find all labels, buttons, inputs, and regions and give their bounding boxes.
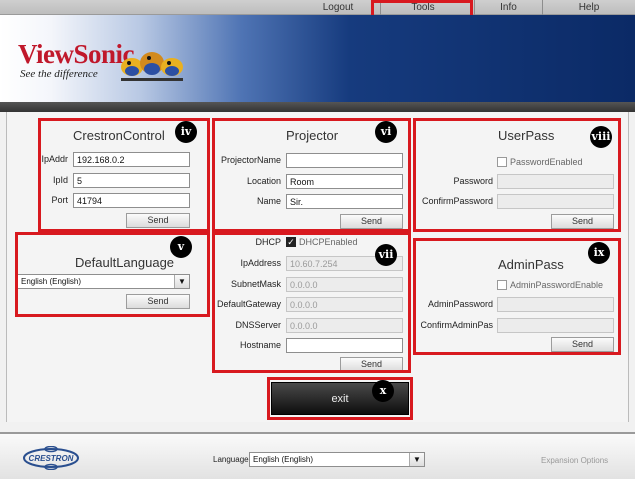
footer-language-select[interactable]: English (English) ▼	[249, 452, 425, 467]
callout-badge-x: x	[372, 380, 394, 402]
help-link[interactable]: Help	[542, 0, 635, 15]
brand-tagline: See the difference	[20, 68, 98, 80]
chevron-down-icon: ▼	[409, 453, 424, 466]
footer-language-label: Language	[213, 455, 249, 464]
birds-logo-icon	[121, 52, 183, 81]
callout-badge-v: v	[170, 236, 192, 258]
header-banner: ViewSonic See the difference	[0, 15, 635, 102]
crestron-logo-text: CRESTRON	[29, 454, 74, 463]
callout-badge-vi: vi	[375, 121, 397, 143]
info-link[interactable]: Info	[474, 0, 542, 15]
header-divider	[0, 102, 635, 112]
crestron-logo-icon: CRESTRON	[23, 446, 79, 470]
callout-badge-vii: vii	[375, 244, 397, 266]
callout-badge-ix: ix	[588, 242, 610, 264]
callout-badge-viii: viii	[590, 126, 612, 148]
logout-link[interactable]: Logout	[305, 0, 371, 15]
top-nav-bar: Logout Tools Info Help	[0, 0, 635, 15]
footer-language-value: English (English)	[253, 455, 314, 464]
expansion-options-link[interactable]: Expansion Options	[541, 456, 608, 465]
footer-bar: CRESTRON Language English (English) ▼ Ex…	[0, 432, 635, 479]
callout-badge-iv: iv	[175, 121, 197, 143]
viewsonic-logo: ViewSonic	[18, 39, 135, 69]
